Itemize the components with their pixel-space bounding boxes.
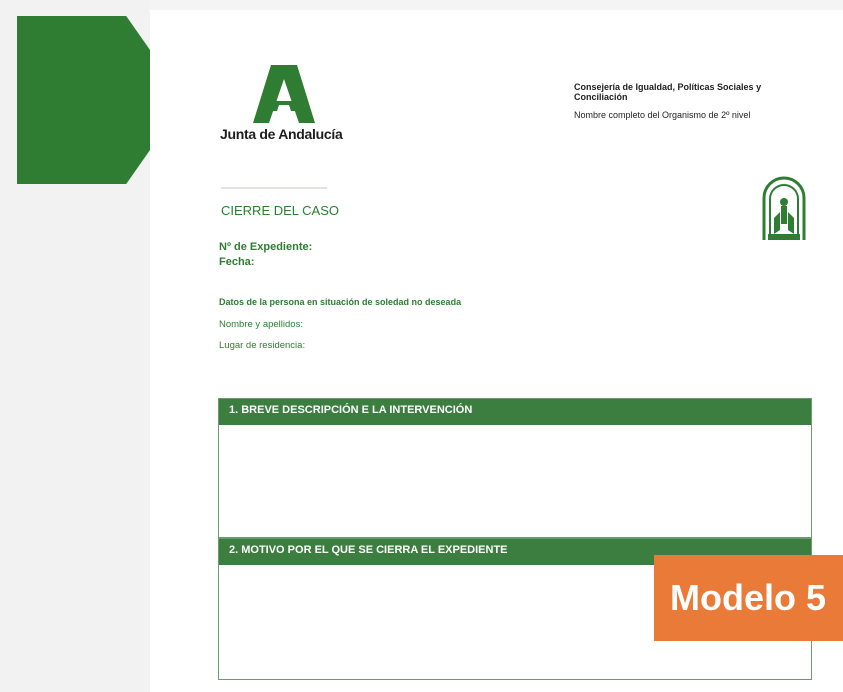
section-box-descripcion: 1. BREVE DESCRIPCIÓN E LA INTERVENCIÓN: [218, 398, 812, 538]
expediente-label: Nº de Expediente:: [219, 241, 313, 253]
nombre-field-label: Nombre y apellidos:: [219, 319, 303, 330]
fecha-label: Fecha:: [219, 256, 255, 268]
section-heading: 1. BREVE DESCRIPCIÓN E LA INTERVENCIÓN: [219, 399, 811, 425]
expediente-block: Nº de Expediente: Fecha:: [219, 240, 312, 270]
title-divider: [221, 187, 327, 189]
document-title: CIERRE DEL CASO: [221, 203, 339, 218]
junta-andalucia-logo-icon: [253, 65, 315, 123]
residencia-field-label: Lugar de residencia:: [219, 340, 306, 351]
department-name: Consejería de Igualdad, Políticas Social…: [574, 82, 762, 102]
persona-section-title: Datos de la persona en situación de sole…: [219, 297, 462, 307]
header-info: Consejería de Igualdad, Políticas Social…: [574, 82, 794, 120]
organism-name: Nombre completo del Organismo de 2º nive…: [574, 110, 751, 120]
logo-text: Junta de Andalucía: [220, 126, 343, 142]
andalucia-coat-of-arms-icon: [762, 176, 806, 240]
modelo-badge: Modelo 5: [654, 555, 843, 641]
